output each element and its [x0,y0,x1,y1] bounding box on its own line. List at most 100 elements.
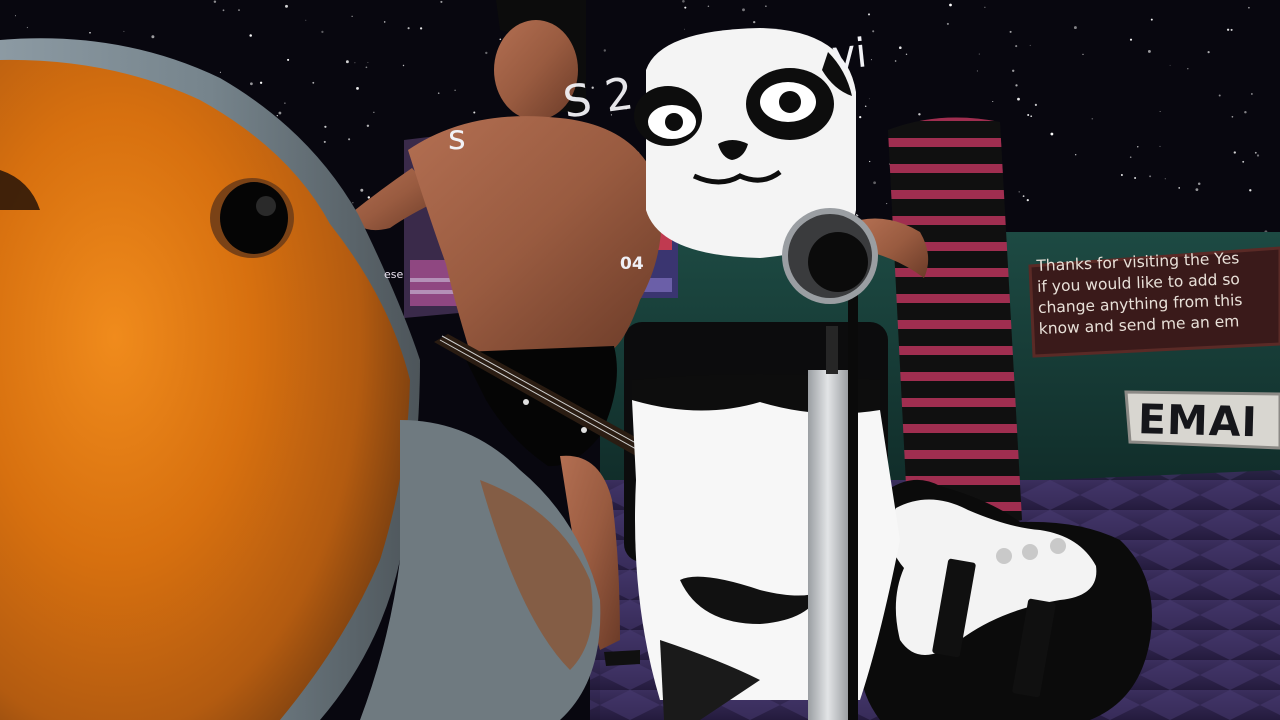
star [683,28,685,30]
star [742,8,745,12]
star [354,62,356,64]
star [151,35,155,39]
star [1187,67,1189,70]
star [1015,45,1018,48]
star [305,19,307,21]
star [213,0,217,3]
star [1030,115,1033,118]
star [345,60,349,64]
star [1075,154,1077,156]
star [949,3,952,7]
star [1256,154,1260,157]
star [684,6,687,9]
star [437,92,440,94]
star [894,60,897,62]
star [1129,38,1133,41]
star [312,81,315,84]
star [348,138,351,141]
star [1027,114,1030,116]
star [859,115,862,119]
star [276,114,278,117]
star [946,22,949,25]
star [259,81,263,84]
star [1169,64,1171,66]
star [1254,151,1257,154]
star [324,125,327,128]
star [373,111,375,113]
star [905,53,908,56]
star [1207,51,1210,54]
star [367,62,369,64]
star [89,31,91,34]
star [1091,117,1094,120]
star [872,30,875,33]
star [383,21,386,23]
poster-caption-right: 04 [620,254,644,274]
star [1251,93,1253,95]
star [1159,110,1161,112]
star [1029,44,1031,46]
star [1120,174,1123,176]
star [1129,156,1132,158]
star [918,113,921,116]
star [1226,28,1230,31]
star [1150,18,1153,21]
star [898,46,902,50]
star [867,13,871,16]
star [238,9,240,11]
star [1242,160,1245,163]
star [351,15,353,17]
star [856,214,859,217]
star [323,140,326,143]
star [1248,6,1250,9]
star [707,5,710,8]
star [249,34,252,37]
star [1231,115,1234,118]
star [285,4,288,8]
star [123,30,125,32]
star [1164,178,1166,180]
star [1230,28,1233,31]
star [15,15,16,17]
star [419,27,423,30]
star [1137,146,1139,148]
star [603,49,606,52]
screen-caption-left: ese [384,268,404,281]
game-viewport[interactable] [0,0,1280,720]
star [682,0,685,3]
star [278,111,282,115]
star [1195,188,1199,192]
star [360,188,364,192]
email-plate-label: EMAI [1137,395,1259,447]
world-title-sub-text: s [448,118,466,158]
star [1134,177,1137,179]
star [356,86,359,90]
star [1034,103,1037,106]
star [1244,110,1247,114]
star [222,9,225,12]
star [1159,145,1161,147]
star [473,111,476,114]
star [1233,151,1236,154]
star [886,203,888,205]
star [454,89,456,91]
star [978,53,980,55]
star [869,160,871,163]
star [499,38,502,41]
striped-pillar [888,117,1022,528]
world-title-text: S 2 [560,68,637,129]
star [407,27,410,30]
star [864,105,867,107]
star [870,59,872,61]
star [1022,195,1025,198]
star [1082,53,1084,56]
star [1197,182,1201,186]
star [1178,187,1180,189]
star [1050,132,1054,136]
star [1009,30,1012,33]
info-sign-text: Thanks for visiting the Yes if you would… [1036,247,1280,356]
star [868,98,870,100]
star [1018,191,1020,193]
star [367,196,370,199]
star [402,64,405,67]
